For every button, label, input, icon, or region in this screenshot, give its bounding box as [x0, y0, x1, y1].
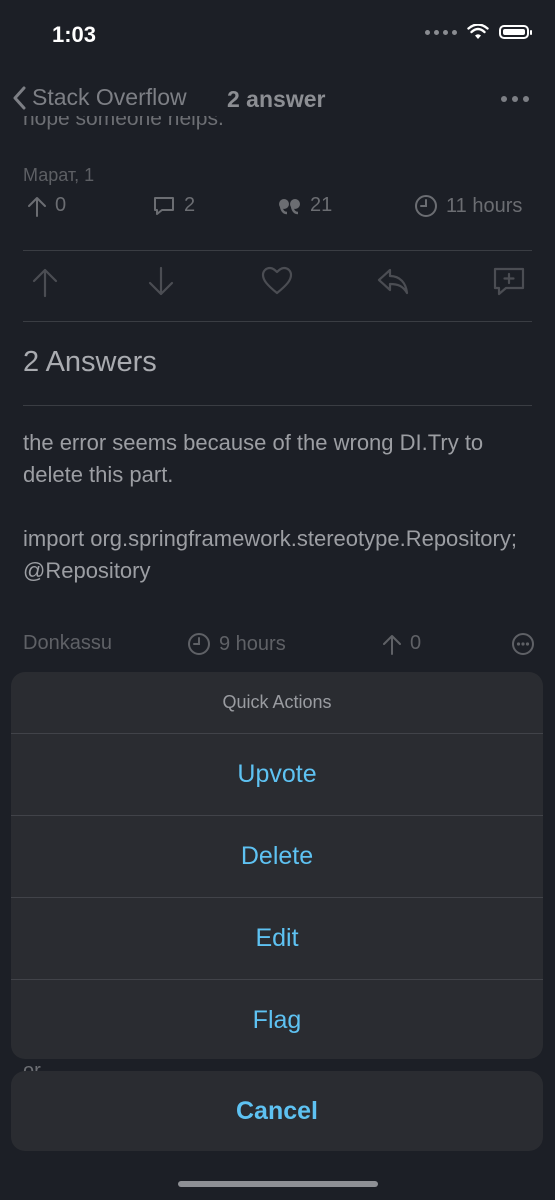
answer-more-icon[interactable] [511, 632, 535, 656]
screen: 1:03 Stack Overflow 2 answer hope someon… [0, 0, 555, 1200]
home-indicator[interactable] [178, 1181, 378, 1187]
divider [23, 250, 532, 251]
divider [23, 405, 532, 406]
upvote-button[interactable]: Upvote [11, 734, 543, 816]
answer-votes: 0 [382, 632, 421, 655]
answer-author[interactable]: Donkassu [23, 632, 112, 655]
clock-icon [415, 195, 437, 217]
quick-actions-sheet: Quick Actions Upvote Delete Edit Flag [11, 672, 543, 1059]
divider [23, 321, 532, 322]
add-comment-icon[interactable] [492, 266, 526, 298]
downvote-icon[interactable] [147, 266, 175, 298]
sheet-title: Quick Actions [11, 672, 543, 734]
question-time: 11 hours [414, 194, 522, 218]
question-comments: 2 [152, 194, 195, 217]
question-action-bar [0, 266, 555, 306]
answer-time: 9 hours [187, 632, 286, 656]
reply-icon[interactable] [376, 266, 410, 296]
question-stats: 0 2 21 11 hours [0, 194, 555, 224]
question-author: Марат, 1 [23, 165, 95, 185]
question-text-fragment: hope someone helps. [23, 116, 224, 130]
edit-button[interactable]: Edit [11, 898, 543, 980]
question-votes: 0 [27, 194, 66, 217]
question-views: 21 [278, 194, 332, 217]
upvote-icon[interactable] [31, 266, 59, 298]
arrow-up-icon [28, 196, 46, 217]
answer-body: the error seems because of the wrong DI.… [23, 427, 538, 587]
answer-code-text: import org.springframework.stereotype.Re… [23, 526, 517, 583]
clock-icon [188, 633, 210, 655]
arrow-up-icon [383, 634, 401, 655]
answers-heading: 2 Answers [23, 346, 157, 378]
answer-text: the error seems because of the wrong DI.… [23, 430, 484, 487]
delete-button[interactable]: Delete [11, 816, 543, 898]
answer-meta: Donkassu 9 hours 0 [0, 632, 555, 662]
ellipsis-circle-icon [512, 633, 534, 655]
cancel-button[interactable]: Cancel [11, 1071, 543, 1151]
quote-views-icon [279, 198, 300, 214]
flag-button[interactable]: Flag [11, 980, 543, 1059]
favorite-heart-icon[interactable] [261, 266, 293, 296]
comment-icon [154, 196, 174, 215]
